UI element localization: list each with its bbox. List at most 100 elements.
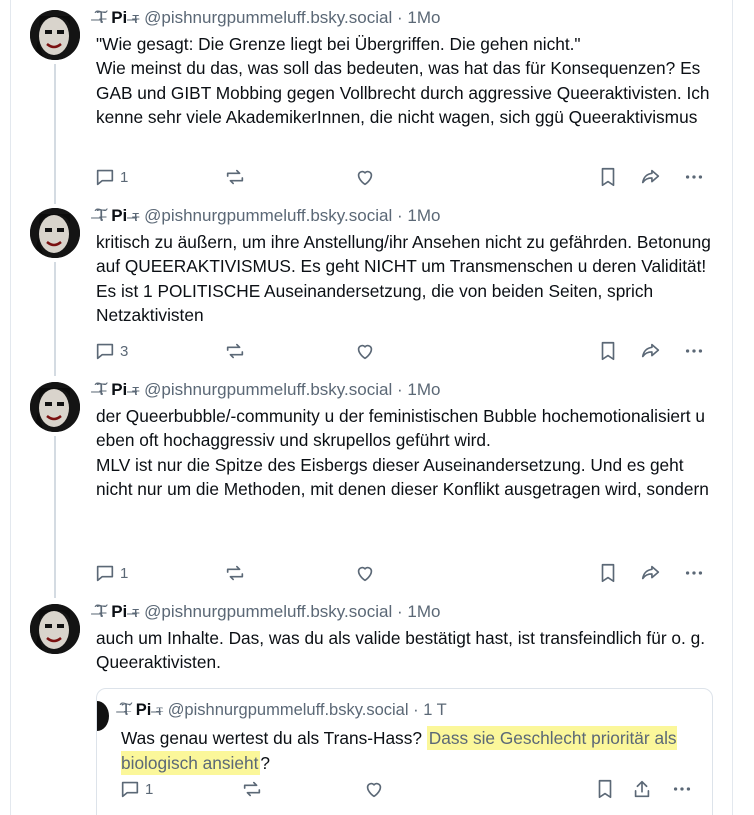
display-name[interactable]: Pi	[111, 602, 127, 621]
reply-count: 1	[145, 780, 154, 798]
post-text-line: auch um Inhalte. Das, was du als valide …	[96, 628, 706, 673]
display-name[interactable]: Pi	[111, 380, 127, 399]
timestamp[interactable]: 1Mo	[407, 602, 440, 621]
post-header: ̶͠Ⲧ̶ Pi ̶ⲧ̶ @pishnurgpummeluff.bsky.soci…	[96, 8, 715, 28]
repost-icon	[226, 169, 244, 185]
name-decoration: ̶͠Ⲧ̶	[121, 701, 132, 719]
upload-button[interactable]	[631, 777, 653, 801]
thread-line	[54, 262, 56, 376]
repost-icon	[226, 565, 244, 581]
repost-button[interactable]	[241, 777, 263, 801]
avatar[interactable]	[30, 382, 80, 432]
bookmark-button[interactable]	[594, 777, 616, 801]
display-name[interactable]: Pi	[111, 8, 127, 27]
post-actions: 1	[96, 561, 716, 585]
timestamp[interactable]: 1Mo	[407, 380, 440, 399]
avatar[interactable]	[30, 10, 80, 60]
like-icon	[366, 782, 382, 798]
more-button[interactable]	[683, 339, 705, 363]
bookmark-button[interactable]	[597, 339, 619, 363]
handle[interactable]: @pishnurgpummeluff.bsky.social	[144, 602, 392, 621]
like-icon	[357, 566, 373, 582]
share-icon	[641, 343, 660, 358]
upload-icon	[634, 780, 650, 798]
more-icon	[673, 787, 691, 791]
reply-count: 1	[120, 564, 129, 582]
share-button[interactable]	[640, 339, 662, 363]
name-decoration: ̶͠Ⲧ̶	[96, 8, 107, 27]
avatar[interactable]	[30, 208, 80, 258]
quoted-post-actions: 1	[121, 777, 701, 801]
post-text-line: Wie meinst du das, was soll das bedeuten…	[96, 58, 710, 127]
repost-button[interactable]	[224, 561, 246, 585]
reply-icon	[96, 565, 114, 582]
reply-icon	[121, 781, 139, 798]
handle[interactable]: @pishnurgpummeluff.bsky.social	[144, 380, 392, 399]
post-text: der Queerbubble/-community u der feminis…	[96, 404, 715, 501]
thread-line	[54, 436, 56, 598]
avatar[interactable]	[30, 604, 80, 654]
reply-button[interactable]: 1	[94, 561, 128, 585]
timestamp[interactable]: 1Mo	[407, 206, 440, 225]
more-button[interactable]	[683, 165, 705, 189]
bookmark-icon	[601, 341, 615, 361]
bookmark-button[interactable]	[597, 561, 619, 585]
quoted-post[interactable]: ̶͠Ⲧ̶ Pi ̶ⲧ̶ @pishnurgpummeluff.bsky.soci…	[96, 688, 713, 815]
name-decoration: ̶ⲧ̶	[132, 8, 140, 27]
timestamp[interactable]: 1 T	[423, 701, 447, 719]
like-button[interactable]	[354, 165, 376, 189]
repost-button[interactable]	[224, 165, 246, 189]
post[interactable]: ̶͠Ⲧ̶ Pi ̶ⲧ̶ @pishnurgpummeluff.bsky.soci…	[30, 372, 716, 598]
name-decoration: ̶ⲧ̶	[132, 380, 140, 399]
reply-button[interactable]: 1	[119, 777, 153, 801]
share-button[interactable]	[640, 165, 662, 189]
post-header: ̶͠Ⲧ̶ Pi ̶ⲧ̶ @pishnurgpummeluff.bsky.soci…	[96, 206, 715, 226]
display-name[interactable]: Pi	[136, 701, 152, 719]
more-button[interactable]	[683, 561, 705, 585]
post-text: "Wie gesagt: Die Grenze liegt bei Übergr…	[96, 32, 715, 129]
repost-icon	[243, 781, 261, 797]
bookmark-icon	[601, 563, 615, 583]
quoted-post-header: ̶͠Ⲧ̶ Pi ̶ⲧ̶ @pishnurgpummeluff.bsky.soci…	[121, 701, 447, 720]
like-button[interactable]	[354, 561, 376, 585]
repost-button[interactable]	[224, 339, 246, 363]
name-decoration: ̶͠Ⲧ̶	[96, 602, 107, 621]
post-header: ̶͠Ⲧ̶ Pi ̶ⲧ̶ @pishnurgpummeluff.bsky.soci…	[96, 380, 715, 400]
reply-button[interactable]: 3	[94, 339, 128, 363]
reply-icon	[96, 343, 114, 360]
quoted-post-text: Was genau wertest du als Trans-Hass? Das…	[121, 726, 700, 776]
timestamp[interactable]: 1Mo	[407, 8, 440, 27]
post-actions: 1	[96, 165, 716, 189]
more-icon	[685, 349, 703, 353]
separator: ·	[396, 380, 403, 399]
avatar[interactable]	[97, 701, 109, 731]
separator: ·	[413, 701, 419, 719]
reply-count: 3	[120, 342, 129, 360]
repost-icon	[226, 343, 244, 359]
display-name[interactable]: Pi	[111, 206, 127, 225]
quote-text-plain: Was genau wertest du als Trans-Hass?	[121, 728, 427, 748]
reply-count: 1	[120, 168, 129, 186]
post[interactable]: ̶͠Ⲧ̶ Pi ̶ⲧ̶ @pishnurgpummeluff.bsky.soci…	[30, 0, 716, 204]
handle[interactable]: @pishnurgpummeluff.bsky.social	[168, 701, 409, 719]
separator: ·	[396, 8, 403, 27]
more-button[interactable]	[671, 777, 693, 801]
like-button[interactable]	[354, 339, 376, 363]
like-button[interactable]	[363, 777, 385, 801]
handle[interactable]: @pishnurgpummeluff.bsky.social	[144, 8, 392, 27]
post-text: kritisch zu äußern, um ihre Anstellung/i…	[96, 230, 715, 327]
share-button[interactable]	[640, 561, 662, 585]
name-decoration: ̶ⲧ̶	[155, 701, 164, 719]
handle[interactable]: @pishnurgpummeluff.bsky.social	[144, 206, 392, 225]
bookmark-button[interactable]	[597, 165, 619, 189]
post[interactable]: ̶͠Ⲧ̶ Pi ̶ⲧ̶ @pishnurgpummeluff.bsky.soci…	[30, 198, 715, 376]
reply-button[interactable]: 1	[94, 165, 128, 189]
share-icon	[641, 565, 660, 580]
more-icon	[685, 571, 703, 575]
post-text-line: "Wie gesagt: Die Grenze liegt bei Übergr…	[96, 34, 581, 54]
separator: ·	[396, 602, 403, 621]
share-icon	[641, 169, 660, 184]
separator: ·	[396, 206, 403, 225]
quote-text-end: ?	[260, 753, 271, 773]
name-decoration: ̶ⲧ̶	[132, 206, 140, 225]
